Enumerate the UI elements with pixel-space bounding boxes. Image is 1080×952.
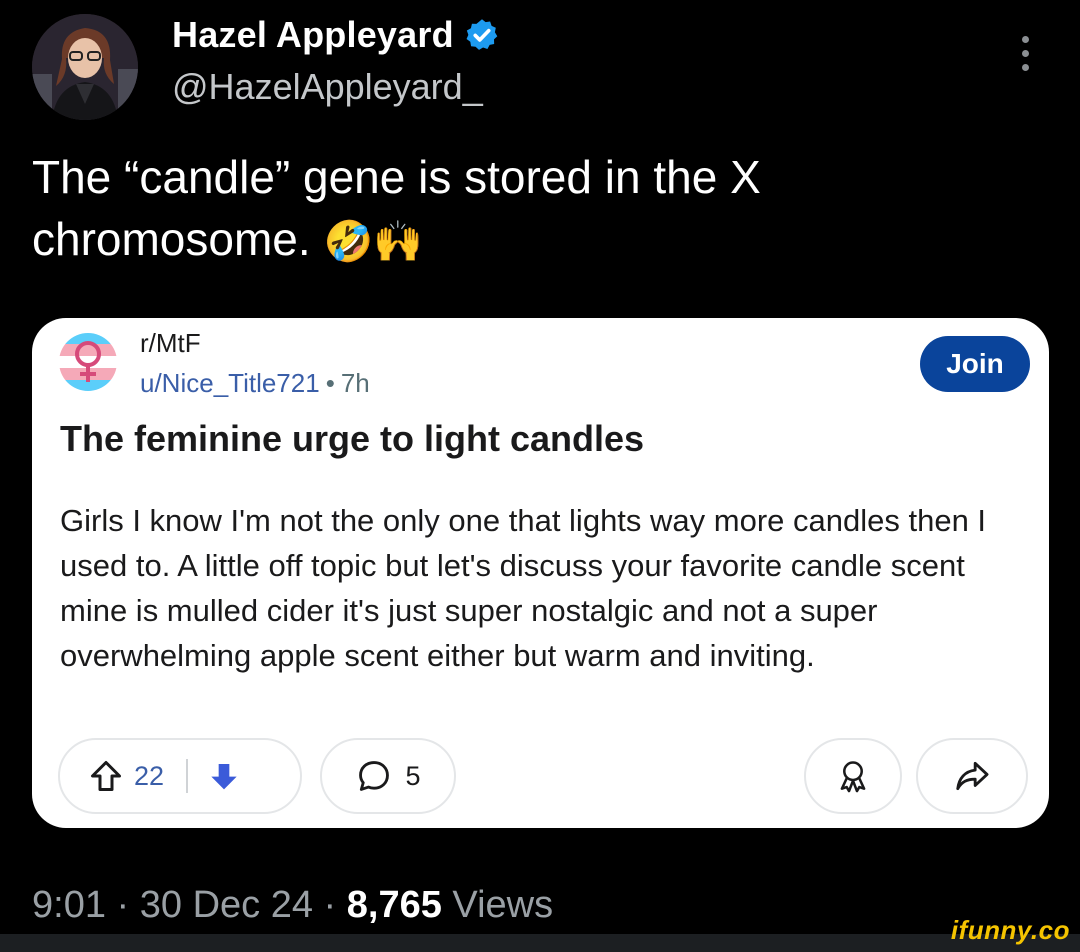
bottom-strip xyxy=(0,934,1080,952)
verified-badge-icon xyxy=(466,19,498,50)
tweet-metadata: 9:01 · 30 Dec 24 · 8,765 Views xyxy=(32,884,553,927)
comments-count: 5 xyxy=(405,760,421,791)
views-label: Views xyxy=(452,884,554,926)
byline-dot: • xyxy=(325,368,335,398)
subreddit-icon xyxy=(59,333,117,391)
watermark-logo: ifunny.co xyxy=(950,915,1070,945)
tweet-emojis: 🤣🙌 xyxy=(323,219,424,265)
display-name[interactable]: Hazel Appleyard xyxy=(172,14,454,56)
meta-separator: · xyxy=(323,884,337,926)
post-author[interactable]: u/Nice_Title721 xyxy=(140,368,320,398)
join-button[interactable]: Join xyxy=(920,336,1030,392)
tweet-date[interactable]: 30 Dec 24 xyxy=(140,884,313,926)
post-body: Girls I know I'm not the only one that l… xyxy=(60,503,987,673)
comment-icon xyxy=(359,761,390,791)
share-button[interactable] xyxy=(916,738,1028,814)
downvote-icon[interactable] xyxy=(208,760,240,792)
award-icon xyxy=(840,761,866,793)
upvote-icon[interactable] xyxy=(88,758,124,794)
tweet-time[interactable]: 9:01 xyxy=(32,884,106,926)
vote-bar: 22 xyxy=(58,738,302,814)
comments-button[interactable]: 5 xyxy=(320,738,456,814)
avatar[interactable] xyxy=(32,14,138,120)
award-button[interactable] xyxy=(804,738,902,814)
post-age: 7h xyxy=(340,368,370,398)
post-byline: u/Nice_Title721 • 7h xyxy=(140,368,370,399)
embedded-reddit-post[interactable]: r/MtF u/Nice_Title721 • 7h Join The femini… xyxy=(32,318,1049,828)
share-icon xyxy=(956,761,989,791)
vote-score: 22 xyxy=(134,760,165,791)
views-count[interactable]: 8,765 xyxy=(347,884,442,926)
tweet-text: The “candle” gene is stored in the X chr… xyxy=(32,146,1012,273)
more-options-icon[interactable] xyxy=(1012,36,1038,76)
post-title[interactable]: The feminine urge to light candles xyxy=(60,418,644,460)
subreddit-name[interactable]: r/MtF xyxy=(140,328,201,359)
vote-divider xyxy=(186,759,189,793)
user-handle[interactable]: @HazelAppleyard_ xyxy=(172,66,483,108)
meta-separator: · xyxy=(116,884,130,926)
